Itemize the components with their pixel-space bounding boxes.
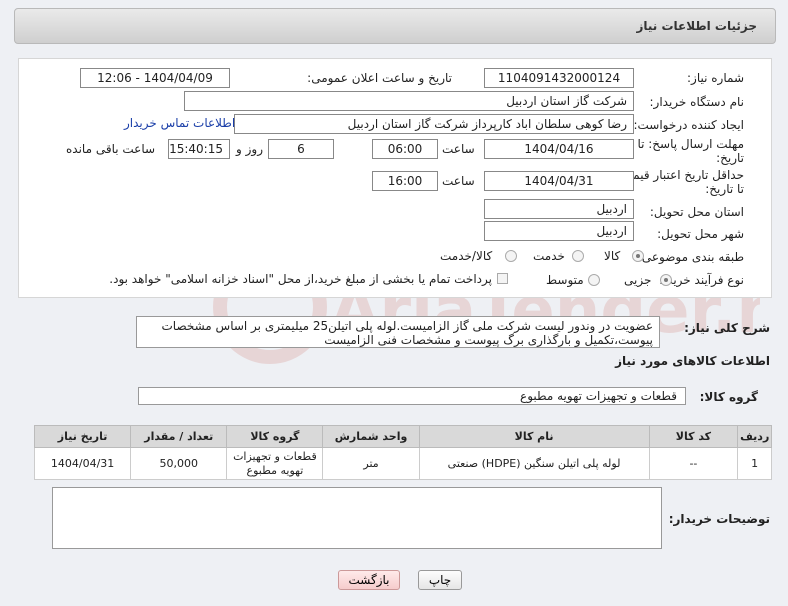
delivery-province-field[interactable]: اردبیل <box>484 199 634 219</box>
process-radio-medium[interactable] <box>588 274 600 286</box>
announce-datetime-label: تاریخ و ساعت اعلان عمومی: <box>307 71 452 85</box>
delivery-province-label: استان محل تحویل: <box>649 205 744 219</box>
treasury-payment-checkbox[interactable] <box>497 273 508 284</box>
goods-table: ردیف کد کالا نام کالا واحد شمارش گروه کا… <box>33 425 772 480</box>
buyer-org-label: نام دستگاه خریدار: <box>649 95 745 109</box>
category-radio-goods-service[interactable] <box>505 250 517 262</box>
treasury-payment-note: پرداخت تمام یا بخشی از مبلغ خرید،از محل … <box>109 272 492 286</box>
back-button[interactable]: بازگشت <box>338 570 400 590</box>
remaining-time-label: ساعت باقی مانده <box>66 142 156 156</box>
reply-time-label: ساعت <box>442 142 475 156</box>
price-validity-date-field[interactable]: 1404/04/31 <box>484 171 634 191</box>
cell-group: قطعات و تجهیزات تهویه مطبوع <box>226 447 324 480</box>
goods-group-label: گروه کالا: <box>699 390 758 404</box>
cell-unit: متر <box>322 447 420 480</box>
col-code: کد کالا <box>648 425 739 448</box>
category-radio-service[interactable] <box>572 250 584 262</box>
reply-deadline-label: مهلت ارسال پاسخ: تا <box>637 137 744 151</box>
price-validity-label-2: تا تاریخ: <box>705 182 744 196</box>
announce-datetime-field[interactable]: 1404/04/09 - 12:06 <box>80 68 230 88</box>
requester-label: ایجاد کننده درخواست: <box>633 118 744 132</box>
buyer-notes-textarea[interactable] <box>52 487 662 549</box>
cell-name: لوله پلی اتیلن سنگین (HDPE) صنعتی <box>418 447 650 480</box>
category-option-service: خدمت <box>533 249 565 263</box>
price-validity-label: حداقل تاریخ اعتبار قیمت: <box>617 168 744 182</box>
process-option-minor: جزیی <box>624 273 652 287</box>
page-header: جزئیات اطلاعات نیاز <box>14 8 776 44</box>
delivery-city-field[interactable]: اردبیل <box>484 221 634 241</box>
buyer-contact-link[interactable]: اطلاعات تماس خریدار <box>124 116 235 130</box>
price-validity-time-label: ساعت <box>442 174 475 188</box>
days-label: روز و <box>236 142 263 156</box>
col-row: ردیف <box>737 425 772 448</box>
category-option-goods-service: کالا/خدمت <box>440 249 493 263</box>
cell-code: -- <box>648 447 739 480</box>
buyer-notes-label: توضیحات خریدار: <box>668 512 770 526</box>
requester-field[interactable]: رضا کوهی سلطان اباد کارپرداز شرکت گاز اس… <box>234 114 634 134</box>
price-validity-time-field[interactable]: 16:00 <box>372 171 438 191</box>
cell-row: 1 <box>737 447 772 480</box>
delivery-city-label: شهر محل تحویل: <box>657 227 744 241</box>
reply-date-field[interactable]: 1404/04/16 <box>484 139 634 159</box>
need-number-field[interactable]: 1104091432000124 <box>484 68 634 88</box>
description-textarea[interactable]: عضویت در وندور لیست شرکت ملی گاز الزامیس… <box>136 316 660 348</box>
print-button[interactable]: چاپ <box>418 570 462 590</box>
category-radio-goods[interactable] <box>632 250 644 262</box>
remaining-time-field[interactable]: 15:40:15 <box>168 139 230 159</box>
category-label: طبقه بندی موضوعی: <box>637 250 744 264</box>
description-label: شرح کلی نیاز: <box>684 321 770 335</box>
process-radio-minor[interactable] <box>660 274 672 286</box>
table-row[interactable]: 1 -- لوله پلی اتیلن سنگین (HDPE) صنعتی م… <box>33 447 772 480</box>
col-date: تاریخ نیاز <box>33 425 132 448</box>
goods-section-title: اطلاعات کالاهای مورد نیاز <box>615 354 770 368</box>
remaining-days-field[interactable]: 6 <box>268 139 334 159</box>
goods-group-field[interactable]: قطعات و تجهیزات تهویه مطبوع <box>138 387 686 405</box>
col-qty: تعداد / مقدار <box>130 425 228 448</box>
col-name: نام کالا <box>418 425 650 448</box>
col-unit: واحد شمارش <box>322 425 420 448</box>
process-option-medium: متوسط <box>546 273 584 287</box>
buyer-org-field[interactable]: شرکت گاز استان اردبیل <box>184 91 634 111</box>
cell-qty: 50,000 <box>130 447 228 480</box>
need-number-label: شماره نیاز: <box>687 71 744 85</box>
reply-time-field[interactable]: 06:00 <box>372 139 438 159</box>
goods-table-header: ردیف کد کالا نام کالا واحد شمارش گروه کا… <box>33 425 772 448</box>
cell-date: 1404/04/31 <box>33 447 132 480</box>
category-option-goods: کالا <box>604 249 621 263</box>
page-title: جزئیات اطلاعات نیاز <box>636 19 757 33</box>
reply-deadline-label-2: تاریخ: <box>716 151 744 165</box>
col-group: گروه کالا <box>226 425 324 448</box>
